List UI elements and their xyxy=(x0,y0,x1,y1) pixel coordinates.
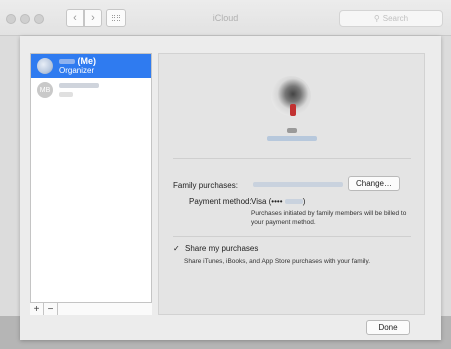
payment-note: Purchases initiated by family members wi… xyxy=(251,210,407,226)
done-button[interactable]: Done xyxy=(366,320,410,335)
avatar xyxy=(37,58,53,74)
share-purchases-description: Share iTunes, iBooks, and App Store purc… xyxy=(184,258,371,265)
search-field[interactable]: ⚲ Search xyxy=(339,10,443,27)
redacted-name xyxy=(59,59,75,65)
payment-method-value: Visa (•••• ) xyxy=(251,197,306,206)
share-purchases-checkbox[interactable]: ✓ xyxy=(173,244,181,253)
member-name: (Me) xyxy=(77,56,97,66)
change-button[interactable]: Change… xyxy=(348,176,400,191)
redacted-name xyxy=(59,83,99,89)
payment-method-label: Payment method: xyxy=(189,197,252,206)
family-purchases-account xyxy=(253,181,343,188)
member-role: Organizer xyxy=(59,66,95,75)
family-purchases-label: Family purchases: xyxy=(173,181,238,190)
divider xyxy=(173,158,411,159)
member-detail-panel: Family purchases: Change… Payment method… xyxy=(158,53,425,315)
family-sheet: (Me) Organizer MB + − Family purchases: … xyxy=(20,36,441,340)
member-detail-name xyxy=(159,128,424,134)
remove-member-button[interactable]: − xyxy=(44,303,58,315)
add-member-button[interactable]: + xyxy=(30,303,44,315)
avatar: MB xyxy=(37,82,53,98)
member-item[interactable]: MB xyxy=(31,78,151,102)
search-placeholder: Search xyxy=(382,14,409,23)
photo-accent xyxy=(290,104,296,116)
title-bar: ‹ › iCloud ⚲ Search xyxy=(0,0,451,36)
divider xyxy=(173,236,411,237)
list-controls: + − xyxy=(30,302,152,315)
share-purchases-row[interactable]: ✓ Share my purchases xyxy=(173,244,258,253)
redacted-role xyxy=(59,92,73,98)
member-item-me[interactable]: (Me) Organizer xyxy=(31,54,151,78)
member-list: (Me) Organizer MB xyxy=(30,53,152,314)
share-purchases-label: Share my purchases xyxy=(185,244,259,253)
member-detail-email xyxy=(159,136,424,142)
search-icon: ⚲ xyxy=(373,14,380,23)
